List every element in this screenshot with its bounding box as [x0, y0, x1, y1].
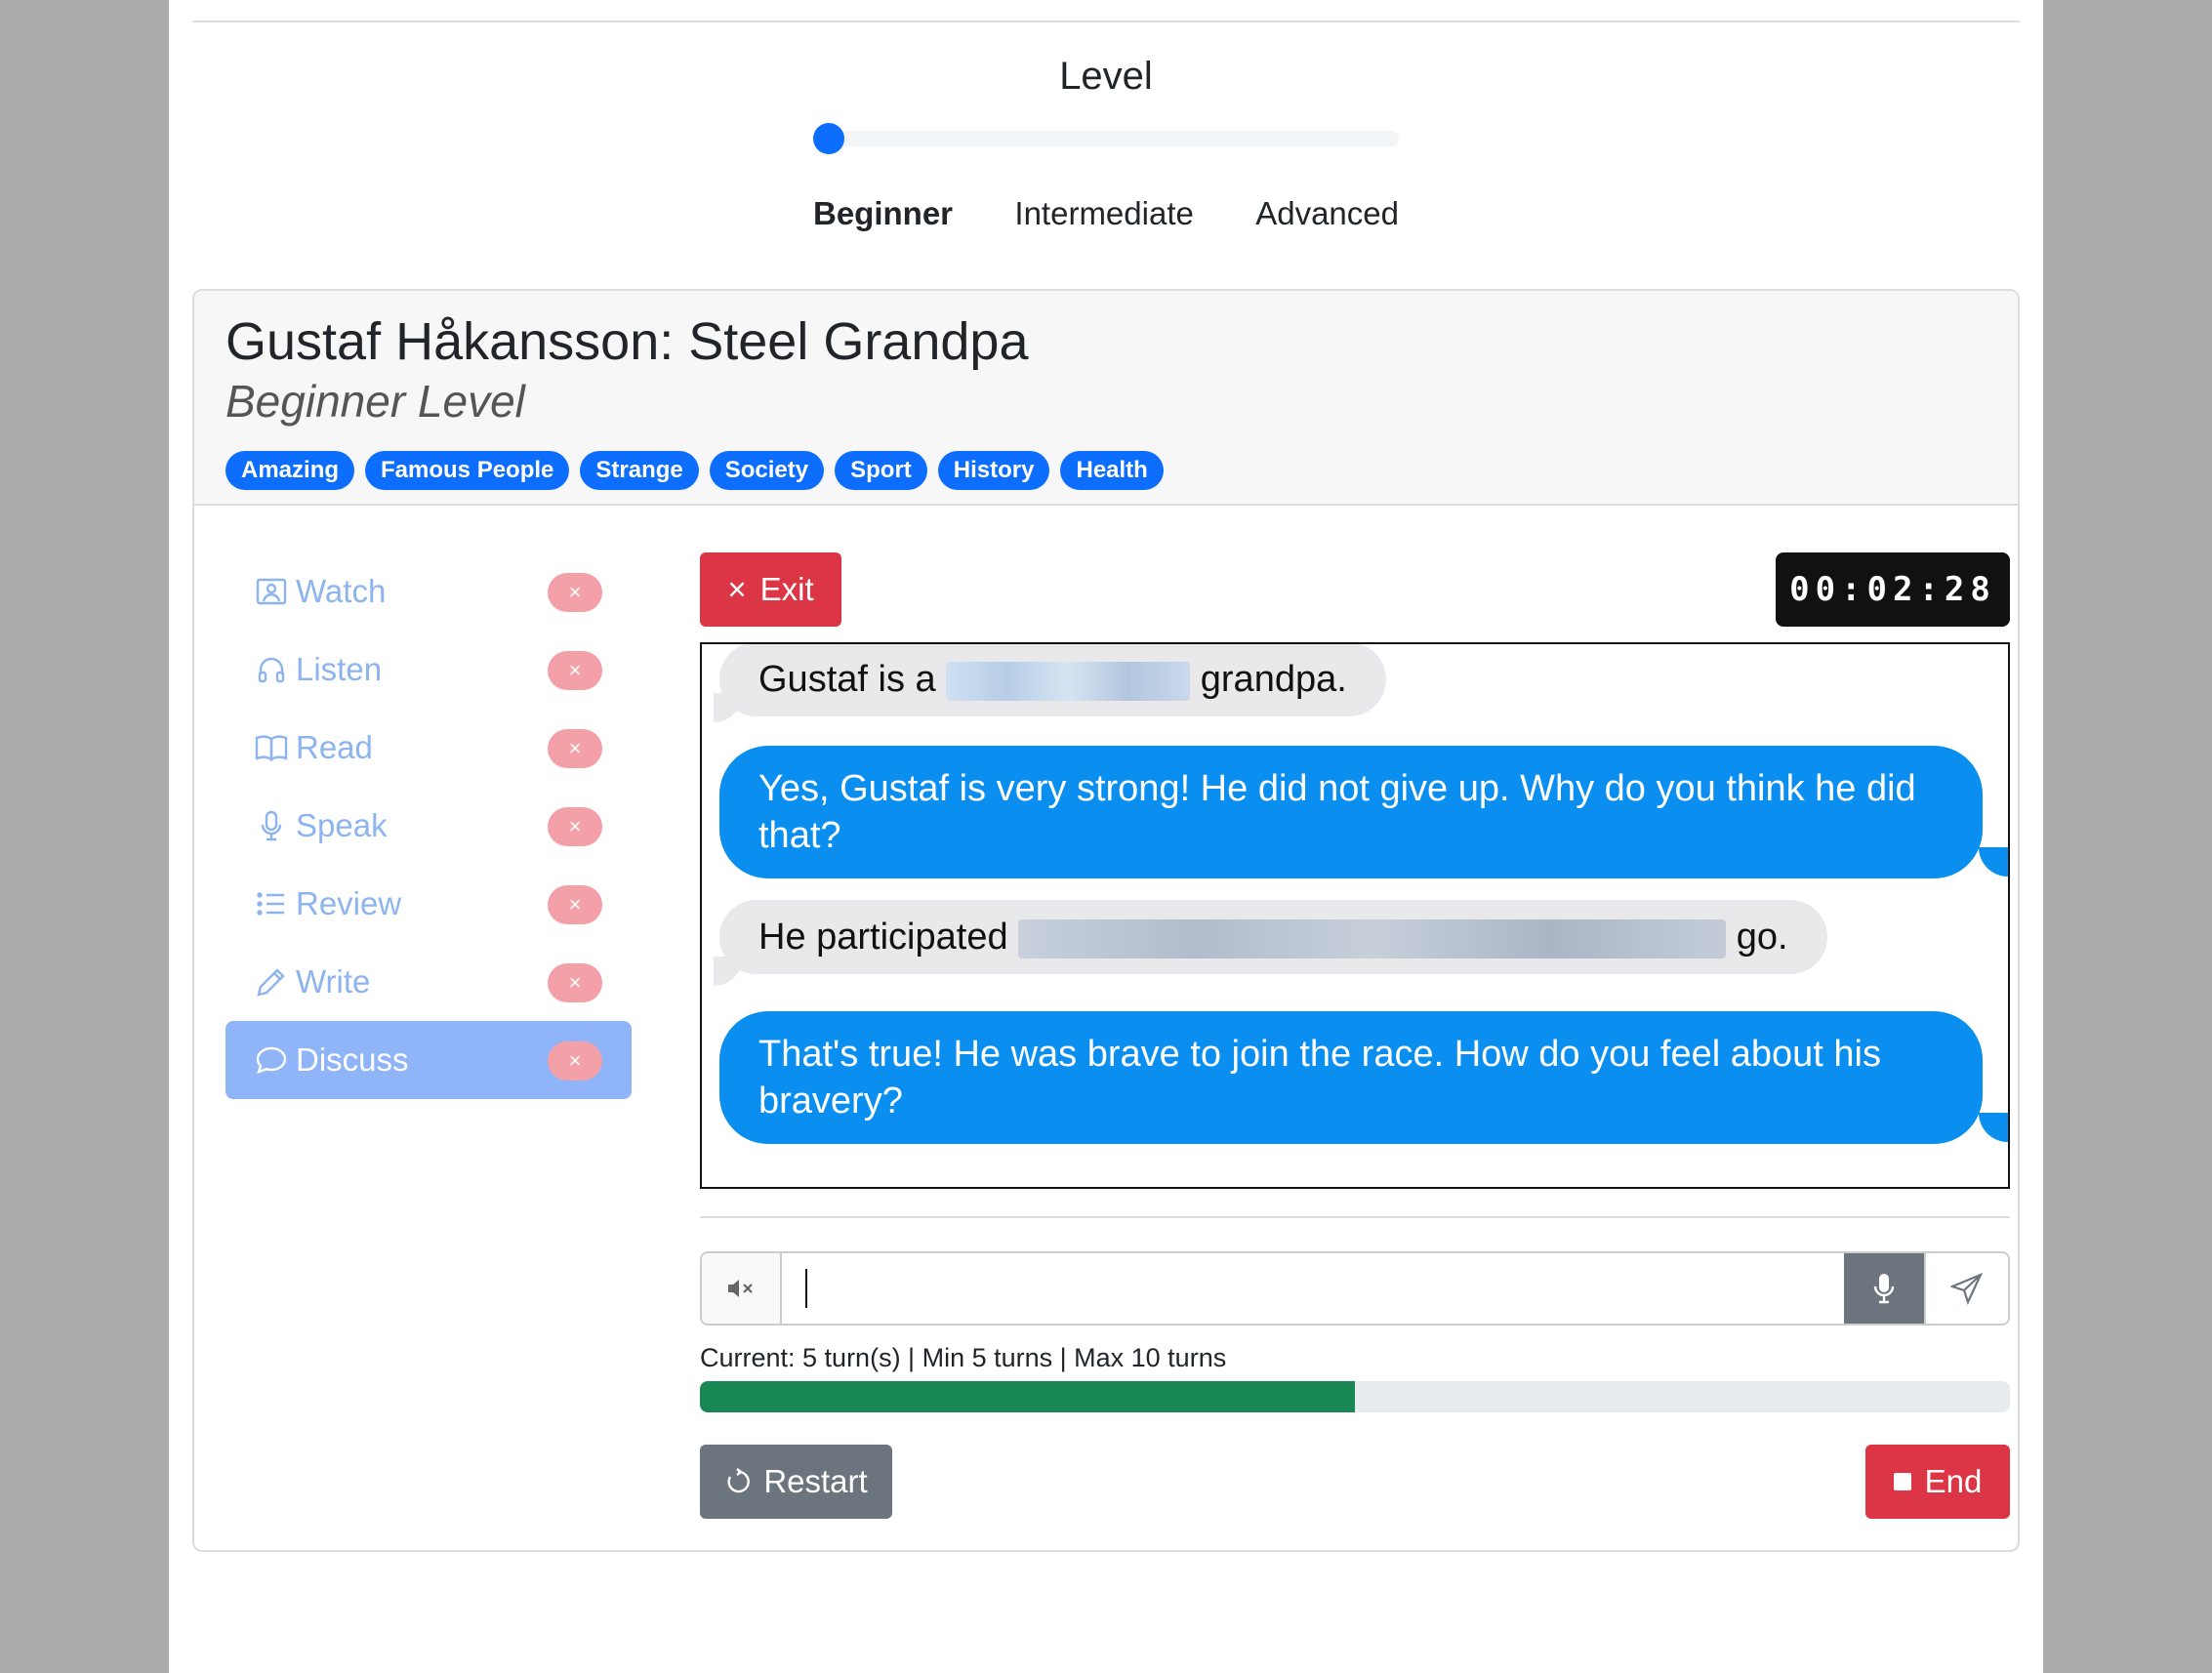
level-option-advanced[interactable]: Advanced	[1255, 195, 1399, 232]
microphone-icon	[1873, 1274, 1895, 1304]
exit-button[interactable]: × Exit	[700, 552, 841, 627]
level-labels: Beginner Intermediate Advanced	[813, 195, 1399, 232]
chat-message-bot: Yes, Gustaf is very strong! He did not g…	[719, 746, 1983, 878]
mute-button[interactable]	[702, 1253, 782, 1324]
tag-history[interactable]: History	[937, 451, 1050, 490]
sidebar-item-label: Review	[296, 885, 402, 921]
close-icon[interactable]: ×	[548, 1041, 602, 1081]
text-caret	[805, 1269, 807, 1308]
list-icon	[255, 887, 288, 920]
sidebar-item-label: Listen	[296, 651, 383, 687]
chat-message-user: He participated go.	[719, 900, 1827, 974]
tag-strange[interactable]: Strange	[580, 451, 699, 490]
sidebar-item-read[interactable]: Read ×	[225, 709, 632, 787]
headphones-icon	[255, 653, 288, 686]
level-slider-thumb[interactable]	[813, 123, 844, 154]
lesson-title: Gustaf Håkansson: Steel Grandpa	[225, 312, 1029, 371]
bubble-tail	[1979, 847, 2008, 877]
message-composer	[700, 1251, 2010, 1326]
sidebar-item-write[interactable]: Write ×	[225, 943, 632, 1021]
send-button[interactable]	[1924, 1253, 2008, 1324]
tag-health[interactable]: Health	[1060, 451, 1164, 490]
sidebar-item-listen[interactable]: Listen ×	[225, 631, 632, 709]
level-option-intermediate[interactable]: Intermediate	[1014, 195, 1193, 232]
chat-message-user: Gustaf is a grandpa.	[719, 644, 1386, 716]
redacted-text	[946, 661, 1191, 701]
chat-window[interactable]: Gustaf is a grandpa. Yes, Gustaf is very…	[700, 642, 2010, 1189]
close-icon[interactable]: ×	[548, 963, 602, 1002]
sidebar-item-discuss[interactable]: Discuss ×	[225, 1021, 632, 1099]
tag-list: Amazing Famous People Strange Society Sp…	[225, 451, 1987, 490]
mic-button[interactable]	[1844, 1253, 1924, 1324]
message-text: Gustaf is a	[758, 659, 936, 700]
message-text: He participated	[758, 917, 1008, 958]
message-input[interactable]	[782, 1253, 1844, 1324]
sidebar-item-label: Discuss	[296, 1041, 409, 1078]
session-timer: 00:02:28	[1776, 552, 2010, 627]
redacted-text	[1018, 918, 1727, 959]
tag-society[interactable]: Society	[709, 451, 825, 490]
lesson-header: Gustaf Håkansson: Steel Grandpa Beginner…	[194, 291, 2018, 506]
lesson-subtitle: Beginner Level	[225, 376, 525, 427]
sidebar-item-review[interactable]: Review ×	[225, 865, 632, 943]
message-text: grandpa.	[1200, 659, 1347, 700]
activity-sidebar: Watch × Listen × Read × Speak × Review ×…	[225, 552, 632, 1099]
send-icon	[1950, 1272, 1984, 1305]
sidebar-item-label: Read	[296, 729, 373, 765]
restart-label: Restart	[763, 1463, 868, 1499]
level-option-beginner[interactable]: Beginner	[813, 195, 953, 232]
pencil-icon	[255, 965, 288, 999]
close-icon: ×	[727, 571, 747, 607]
chat-bubble-icon	[255, 1043, 288, 1077]
level-heading: Level	[1059, 55, 1153, 98]
tag-famous-people[interactable]: Famous People	[365, 451, 570, 490]
close-icon[interactable]: ×	[548, 885, 602, 924]
restart-button[interactable]: Restart	[700, 1445, 892, 1519]
composer-divider	[700, 1216, 2010, 1218]
close-icon[interactable]: ×	[548, 807, 602, 846]
exit-label: Exit	[759, 571, 814, 607]
close-icon[interactable]: ×	[548, 729, 602, 768]
tag-amazing[interactable]: Amazing	[225, 451, 355, 490]
level-slider-track[interactable]	[813, 131, 1399, 146]
stop-icon	[1893, 1473, 1911, 1490]
close-icon[interactable]: ×	[548, 573, 602, 612]
end-label: End	[1924, 1463, 1983, 1499]
video-person-icon	[255, 575, 288, 608]
turn-progress-fill	[700, 1381, 1355, 1412]
page: Level Beginner Intermediate Advanced Gus…	[169, 0, 2043, 1673]
lesson-card: Gustaf Håkansson: Steel Grandpa Beginner…	[192, 289, 2020, 1552]
top-divider	[192, 20, 2020, 22]
sidebar-item-label: Speak	[296, 807, 388, 843]
microphone-icon	[255, 809, 288, 842]
bubble-tail	[1979, 1113, 2008, 1142]
sidebar-item-speak[interactable]: Speak ×	[225, 787, 632, 865]
message-text: go.	[1736, 917, 1788, 958]
turn-counter: Current: 5 turn(s) | Min 5 turns | Max 1…	[700, 1343, 1227, 1372]
sidebar-item-label: Watch	[296, 573, 387, 609]
turn-progress-bar	[700, 1381, 2010, 1412]
book-icon	[255, 731, 288, 764]
sidebar-item-label: Write	[296, 963, 371, 1000]
end-button[interactable]: End	[1865, 1445, 2010, 1519]
sidebar-item-watch[interactable]: Watch ×	[225, 552, 632, 631]
restart-icon	[727, 1468, 751, 1493]
chat-message-bot: That's true! He was brave to join the ra…	[719, 1011, 1983, 1144]
tag-sport[interactable]: Sport	[835, 451, 927, 490]
speaker-mute-icon	[728, 1280, 753, 1297]
close-icon[interactable]: ×	[548, 651, 602, 690]
